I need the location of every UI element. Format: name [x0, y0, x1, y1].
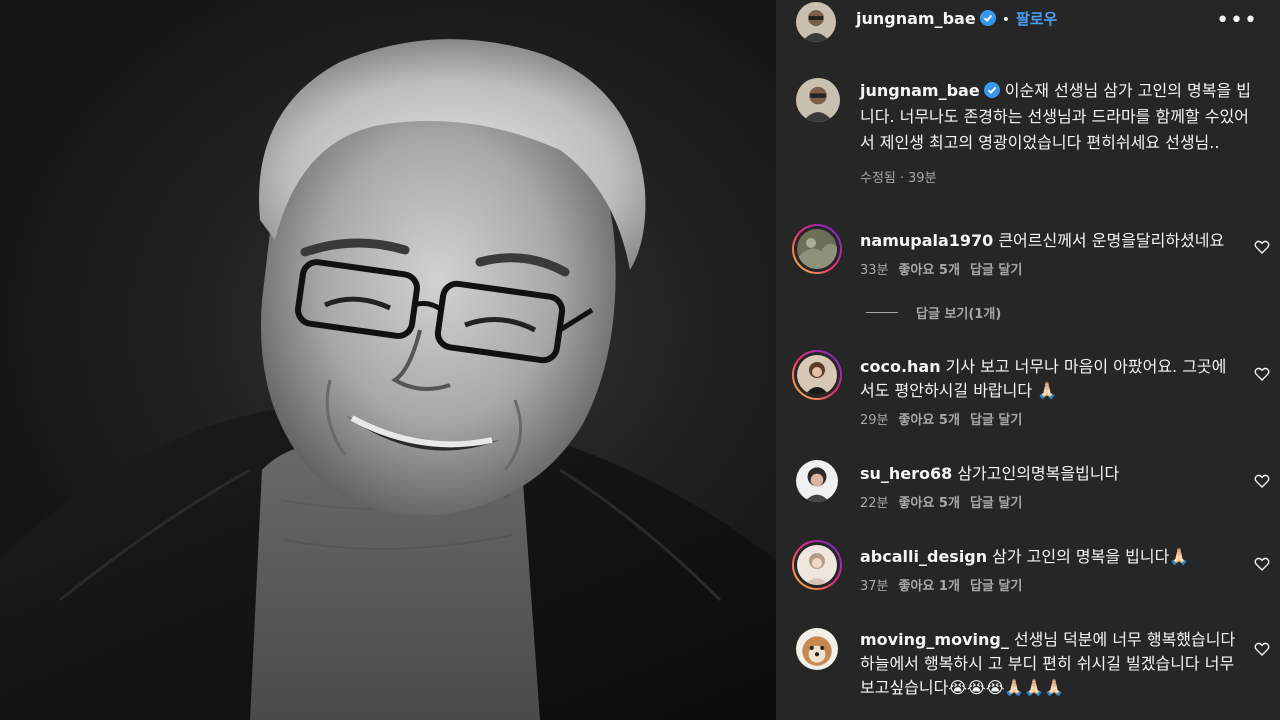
author-avatar[interactable]: [796, 2, 836, 42]
heart-icon[interactable]: [1254, 473, 1270, 489]
comment-body: su_hero68 삼가고인의명복을빕니다 22분 좋아요 5개 답글 달기: [860, 462, 1240, 516]
reply-button[interactable]: 답글 달기: [970, 496, 1022, 511]
header-user-line: jungnam_bae • 팔로우: [856, 8, 1057, 29]
comment-username[interactable]: coco.han: [860, 357, 941, 376]
comment-body: moving_moving_ 선생님 덕분에 너무 행복했습니다 하늘에서 행복하…: [860, 628, 1240, 700]
comment-body: coco.han 기사 보고 너무나 마음이 아팠어요. 그곳에서도 평안하시길 …: [860, 355, 1240, 433]
view-replies-button[interactable]: 답글 보기(1개): [866, 303, 1001, 322]
comment-meta: 37분 좋아요 1개 답글 달기: [860, 575, 1240, 599]
comment-likes[interactable]: 좋아요 5개: [899, 263, 960, 278]
post-photo[interactable]: [0, 0, 776, 720]
comment-username[interactable]: su_hero68: [860, 464, 952, 483]
caption-avatar[interactable]: [796, 78, 840, 122]
reply-button[interactable]: 답글 달기: [970, 579, 1022, 594]
comment-meta: 22분 좋아요 5개 답글 달기: [860, 492, 1240, 516]
comment-username[interactable]: abcalli_design: [860, 547, 987, 566]
follow-button[interactable]: 팔로우: [1016, 10, 1057, 28]
comment-body: abcalli_design 삼가 고인의 명복을 빕니다🙏🏻 37분 좋아요 1개…: [860, 545, 1240, 599]
post-caption: jungnam_bae 이순재 선생님 삼가 고인의 명복을 빕니다. 너무나도…: [860, 78, 1256, 192]
heart-icon[interactable]: [1254, 641, 1270, 657]
comment-meta: 33분 좋아요 5개 답글 달기: [860, 259, 1240, 283]
comment-body: namupala1970 큰어르신께서 운명을달리하셨네요 33분 좋아요 5개 답글…: [860, 229, 1240, 283]
heart-icon[interactable]: [1254, 556, 1270, 572]
verified-badge-icon: [979, 10, 996, 26]
comment-likes[interactable]: 좋아요 1개: [899, 579, 960, 594]
comment-username[interactable]: namupala1970: [860, 231, 993, 250]
caption-meta: 수정됨 · 39분: [860, 171, 937, 186]
caption-time: 39분: [908, 171, 937, 186]
comment-likes[interactable]: 좋아요 5개: [899, 413, 960, 428]
view-replies-label: 답글 보기(1개): [916, 307, 1002, 322]
verified-badge-icon: [983, 82, 1000, 98]
caption-username[interactable]: jungnam_bae: [860, 81, 980, 100]
comment-meta: 29분 좋아요 5개 답글 달기: [860, 409, 1240, 433]
comment-text: 삼가고인의명복을빕니다: [957, 464, 1120, 483]
comment-text: 삼가 고인의 명복을 빕니다🙏🏻: [992, 547, 1190, 566]
comment-text: 큰어르신께서 운명을달리하셨네요: [998, 231, 1225, 250]
comment-time: 37분: [860, 579, 889, 594]
commenter-avatar[interactable]: [792, 224, 842, 274]
reply-button[interactable]: 답글 달기: [970, 413, 1022, 428]
commenter-avatar[interactable]: [792, 540, 842, 590]
comment-time: 29분: [860, 413, 889, 428]
comments-panel: jungnam_bae • 팔로우 ••• jungnam_bae 이순재 선생님 …: [776, 0, 1280, 720]
post-header: jungnam_bae • 팔로우 •••: [776, 0, 1280, 42]
separator-dot: •: [1001, 12, 1010, 28]
comment-likes[interactable]: 좋아요 5개: [899, 496, 960, 511]
portrait-illustration: [0, 39, 776, 720]
author-username[interactable]: jungnam_bae: [856, 9, 976, 28]
replies-divider: [866, 312, 898, 313]
commenter-avatar[interactable]: [796, 460, 838, 502]
heart-icon[interactable]: [1254, 366, 1270, 382]
reply-button[interactable]: 답글 달기: [970, 263, 1022, 278]
instagram-post-view: jungnam_bae • 팔로우 ••• jungnam_bae 이순재 선생님 …: [0, 0, 1280, 720]
caption-edited: 수정됨: [860, 171, 896, 186]
commenter-avatar[interactable]: [792, 350, 842, 400]
comment-username[interactable]: moving_moving_: [860, 630, 1009, 649]
more-options-icon[interactable]: •••: [1216, 8, 1258, 33]
heart-icon[interactable]: [1254, 239, 1270, 255]
comment-time: 33분: [860, 263, 889, 278]
comment-time: 22분: [860, 496, 889, 511]
commenter-avatar[interactable]: [796, 628, 838, 670]
